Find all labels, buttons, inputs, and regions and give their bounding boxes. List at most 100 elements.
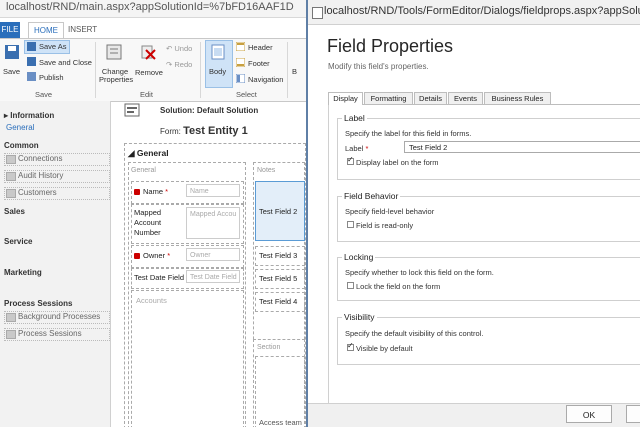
page-icon (312, 7, 323, 19)
required-icon: * (365, 144, 369, 153)
lock-field-text: Lock the field on the form (356, 282, 441, 291)
form-prefix: Form: (160, 127, 181, 136)
nav-item-general[interactable]: General (6, 123, 34, 132)
nav-item-process-sessions-label: Process Sessions (18, 329, 82, 338)
tab-general-title: General (136, 148, 169, 158)
ok-button[interactable]: OK (566, 405, 612, 423)
nav-item-audit-history-label: Audit History (18, 171, 64, 180)
tab-file[interactable]: FILE (0, 22, 20, 38)
read-only-text: Field is read-only (356, 221, 414, 230)
field-behavior-legend: Field Behavior (342, 191, 401, 201)
save-as-button[interactable]: Save As (39, 42, 67, 51)
undo-button[interactable]: ↶ Undo (166, 44, 192, 53)
nav-item-customers-label: Customers (18, 188, 57, 197)
nav-item-connections[interactable]: Connections (6, 154, 63, 164)
save-icon (5, 45, 19, 59)
field-test-field-4-label: Test Field 4 (259, 297, 298, 306)
tab-home[interactable]: HOME (28, 22, 64, 39)
label-caption: Label * (345, 144, 368, 153)
field-mapped-input[interactable]: Mapped Accou (186, 207, 240, 239)
nav-item-connections-label: Connections (18, 154, 63, 163)
redo-label: Redo (174, 60, 193, 69)
nav-item-customers[interactable]: Customers (6, 188, 57, 198)
visibility-description: Specify the default visibility of this c… (345, 329, 484, 338)
visible-by-default-checkbox[interactable] (347, 341, 354, 351)
body-button[interactable]: Body (209, 67, 226, 76)
lock-icon (134, 253, 140, 260)
tab-events[interactable]: Events (448, 92, 483, 104)
field-owner-text: Owner (143, 251, 166, 260)
dialog-address-text: localhost/RND/Tools/FormEditor/Dialogs/f… (324, 5, 640, 17)
nav-header-information[interactable]: ▸ Information (4, 111, 54, 120)
save-button[interactable]: Save (3, 67, 20, 76)
save-and-close-button[interactable]: Save and Close (39, 58, 92, 67)
field-name-input[interactable]: Name (186, 184, 240, 197)
lock-icon (134, 189, 140, 196)
cancel-button[interactable] (626, 405, 640, 423)
read-only-checkbox[interactable] (347, 221, 354, 228)
publish-icon (27, 72, 36, 81)
more-ribbon-button[interactable]: B (292, 67, 297, 76)
tab-formatting[interactable]: Formatting (364, 92, 413, 104)
dialog-address-bar[interactable]: localhost/RND/Tools/FormEditor/Dialogs/f… (308, 0, 640, 25)
nav-header-process-sessions[interactable]: Process Sessions (4, 299, 72, 308)
required-icon: * (167, 251, 171, 260)
solution-label: Solution: Default Solution (160, 106, 259, 115)
nav-header-information-label: Information (10, 111, 55, 120)
field-test-field-5-label: Test Field 5 (259, 274, 298, 283)
subgrid-access-team[interactable] (255, 356, 305, 427)
display-label-checkbox[interactable] (347, 155, 354, 165)
group-label-select: Select (236, 90, 257, 99)
visibility-fieldset (337, 317, 640, 365)
publish-button[interactable]: Publish (39, 73, 64, 82)
subgrid-accounts[interactable] (131, 290, 244, 427)
redo-button[interactable]: ↷ Redo (166, 60, 192, 69)
address-bar[interactable]: localhost/RND/main.aspx?appSolutionId=%7… (0, 0, 306, 18)
nav-item-background-processes[interactable]: Background Processes (6, 312, 100, 322)
ribbon-separator (200, 42, 201, 98)
dialog-title: Field Properties (327, 36, 454, 56)
field-test-date-input[interactable]: Test Date Field (186, 270, 240, 283)
remove-icon (141, 45, 156, 60)
field-properties-dialog: localhost/RND/Tools/FormEditor/Dialogs/f… (306, 0, 640, 427)
nav-header-service[interactable]: Service (4, 237, 32, 246)
nav-header-marketing[interactable]: Marketing (4, 268, 42, 277)
label-input[interactable]: Test Field 2 (404, 141, 640, 153)
nav-header-sales[interactable]: Sales (4, 207, 25, 216)
label-description: Specify the label for this field in form… (345, 129, 472, 138)
save-close-icon (27, 57, 36, 66)
group-label-edit: Edit (140, 90, 153, 99)
lock-field-checkbox[interactable] (347, 282, 354, 289)
nav-item-audit-history[interactable]: Audit History (6, 171, 64, 181)
field-name-label: Name * (134, 187, 168, 196)
tab-details[interactable]: Details (414, 92, 447, 104)
footer-button[interactable]: Footer (248, 59, 270, 68)
field-owner-label: Owner * (134, 251, 170, 260)
tab-business-rules[interactable]: Business Rules (484, 92, 551, 104)
tab-display[interactable]: Display (328, 92, 363, 105)
field-owner-input[interactable]: Owner (186, 248, 240, 261)
change-properties-button[interactable]: Change Properties (99, 68, 133, 84)
process-sessions-icon (6, 330, 16, 339)
subgrid-access-team-label: Access team (259, 418, 302, 427)
nav-item-process-sessions[interactable]: Process Sessions (6, 329, 82, 339)
header-button[interactable]: Header (248, 43, 273, 52)
change-properties-icon (106, 44, 122, 60)
subgrid-accounts-label: Accounts (136, 296, 167, 305)
field-test-date-label: Test Date Field (134, 273, 185, 282)
form-name: Test Entity 1 (183, 125, 248, 137)
nav-header-common[interactable]: Common (4, 141, 39, 150)
navigation-button[interactable]: Navigation (248, 75, 283, 84)
label-legend: Label (342, 113, 367, 123)
tab-insert[interactable]: INSERT (68, 22, 97, 38)
field-test-field-3-label: Test Field 3 (259, 251, 298, 260)
field-behavior-fieldset (337, 196, 640, 242)
ribbon-separator (287, 42, 288, 98)
save-as-icon (27, 42, 36, 51)
section-general-label: General (131, 167, 156, 174)
field-mapped-label: Mapped Account Number (134, 208, 162, 237)
remove-button[interactable]: Remove (135, 68, 163, 77)
field-name-text: Name (143, 187, 164, 196)
audit-history-icon (6, 172, 16, 181)
entity-icon (124, 103, 140, 117)
